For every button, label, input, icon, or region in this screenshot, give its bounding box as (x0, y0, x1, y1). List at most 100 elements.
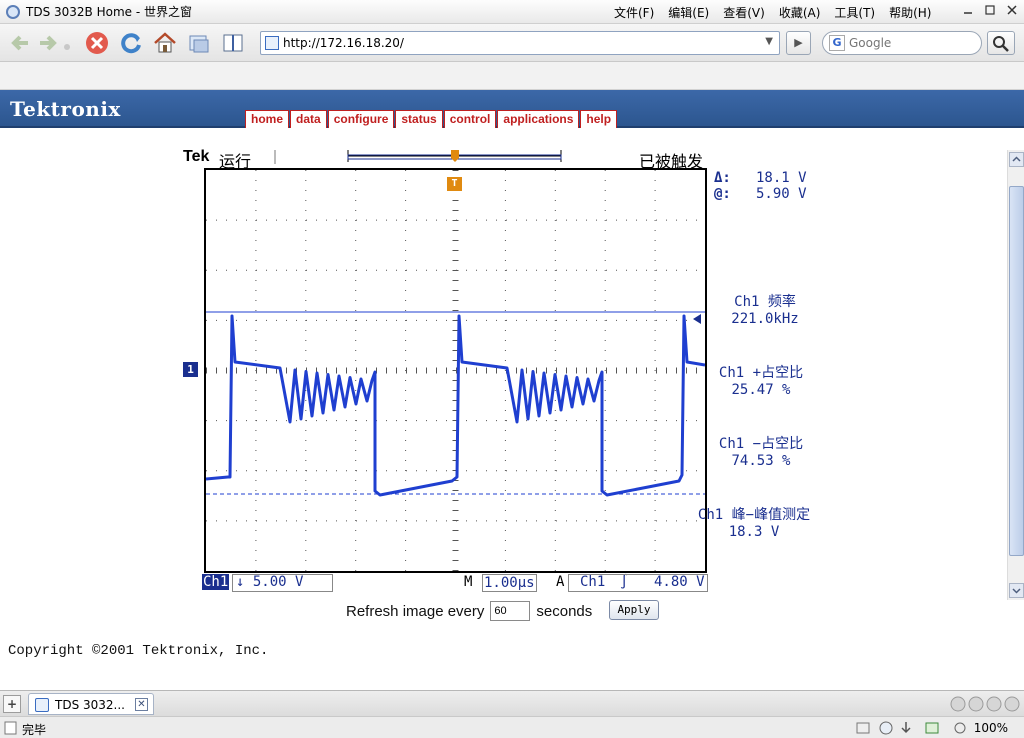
measurement-value: 221.0kHz (731, 311, 799, 327)
cursor-delta-value: 18.1 V (756, 170, 807, 186)
trigger-marker-label: T (451, 178, 458, 189)
search-button[interactable] (987, 31, 1015, 55)
window-controls (962, 4, 1018, 16)
search-input[interactable] (849, 35, 969, 51)
forward-icon[interactable] (34, 30, 60, 56)
chevron-up-icon (1012, 156, 1021, 162)
status-bar: 完毕 100% (0, 716, 1024, 738)
menu-favorites[interactable]: 收藏(A) (772, 4, 828, 21)
search-box[interactable]: G (822, 31, 982, 55)
page-scrollbar[interactable] (1007, 150, 1024, 600)
address-bar[interactable]: http://172.16.18.20/ ▼ (260, 31, 780, 55)
zoom-level[interactable]: 100% (974, 721, 1008, 735)
address-dropdown-icon[interactable]: ▼ (765, 36, 773, 47)
minimize-icon[interactable] (962, 4, 974, 16)
tab-scroll-controls[interactable] (950, 695, 1020, 713)
ch1-indicator: Ch1 (202, 574, 230, 590)
home-icon[interactable] (152, 30, 178, 56)
menu-bar: 文件(F) 编辑(E) 查看(V) 收藏(A) 工具(T) 帮助(H) (607, 0, 938, 24)
google-icon: G (829, 35, 845, 51)
apply-button[interactable]: Apply (609, 600, 659, 620)
new-tab-button[interactable]: + (3, 695, 21, 713)
refresh-prefix: Refresh image every (346, 602, 485, 620)
scroll-thumb[interactable] (1009, 186, 1024, 556)
measurement-label: Ch1 −占空比 (718, 436, 804, 452)
page-icon (265, 36, 279, 50)
menu-help[interactable]: 帮助(H) (882, 4, 938, 21)
cursor-at-label: @: (714, 186, 731, 202)
measurement-negative-duty: Ch1 −占空比 74.53 % (696, 433, 826, 469)
cursor-delta-label: Δ: (714, 170, 731, 186)
ch1-ground-marker: 1 (183, 362, 198, 377)
timebase-label: M (464, 574, 473, 590)
tab-close-icon[interactable]: ✕ (135, 698, 148, 711)
measurement-panel: Δ: 18.1 V @: 5.90 V Ch1 频率 221.0kHz Ch1 … (698, 168, 830, 588)
measurement-value: 18.3 V (728, 524, 780, 540)
record-position-bar (347, 150, 562, 162)
stop-icon[interactable] (84, 30, 110, 56)
tab-bar: + TDS 3032... ✕ (0, 690, 1024, 716)
navigation-toolbar: http://172.16.18.20/ ▼ ▶ G (0, 24, 1024, 62)
refresh-controls: Refresh image every seconds (346, 601, 592, 621)
status-page-icon (4, 721, 17, 735)
bookmark-bar (0, 62, 1024, 90)
nav-home[interactable]: home (245, 110, 290, 128)
tektronix-logo: Tektronix (10, 97, 121, 121)
back-icon[interactable] (8, 30, 34, 56)
refresh-interval-input[interactable] (490, 601, 531, 621)
address-url[interactable]: http://172.16.18.20/ (283, 36, 404, 50)
nav-status[interactable]: status (395, 110, 443, 128)
waveform-display (205, 170, 706, 571)
tab-tds-home[interactable]: TDS 3032... ✕ (28, 693, 154, 715)
site-nav: home data configure status control appli… (245, 110, 618, 128)
tab-label: TDS 3032... (55, 698, 125, 712)
trigger-box (568, 574, 708, 592)
menu-tools[interactable]: 工具(T) (827, 4, 882, 21)
ch1-waveform (205, 314, 706, 497)
dropdown-arrow-icon[interactable] (60, 30, 74, 56)
nav-control[interactable]: control (443, 110, 497, 128)
status-text: 完毕 (22, 723, 47, 737)
measurement-positive-duty: Ch1 +占空比 25.47 % (696, 362, 826, 398)
cursor-at-value: 5.90 V (756, 186, 807, 202)
nav-help[interactable]: help (580, 110, 618, 128)
page-icon (35, 698, 49, 712)
browser-app-icon (6, 4, 20, 19)
trigger-position-marker: T (447, 177, 462, 191)
scope-graticule (204, 168, 707, 573)
measurement-value: 74.53 % (731, 453, 791, 469)
volts-box (232, 574, 333, 592)
menu-view[interactable]: 查看(V) (716, 4, 772, 21)
nav-applications[interactable]: applications (497, 110, 580, 128)
history-icon[interactable] (186, 30, 212, 56)
scope-status-line: Tek 运行 已被触发 (183, 146, 718, 171)
status-icons (856, 721, 966, 735)
menu-edit[interactable]: 编辑(E) (661, 4, 716, 21)
nav-configure[interactable]: configure (327, 110, 395, 128)
menu-file[interactable]: 文件(F) (607, 4, 661, 21)
scope-settings-line: Ch1 ↓ 5.00 V M 1.00µs A Ch1 ∫ 4.80 V (202, 574, 709, 592)
chevron-down-icon (1012, 588, 1021, 594)
copyright-text: Copyright ©2001 Tektronix, Inc. (8, 643, 269, 659)
measurement-value: 25.47 % (731, 382, 791, 398)
measurement-peak-to-peak: Ch1 峰−峰值测定 18.3 V (674, 504, 834, 540)
go-button[interactable]: ▶ (786, 31, 811, 55)
refresh-suffix: seconds (536, 602, 593, 620)
maximize-icon[interactable] (984, 4, 996, 16)
time-per-div: 1.00µs (482, 574, 537, 592)
favorites-book-icon[interactable] (220, 30, 246, 56)
scroll-up-button[interactable] (1009, 152, 1024, 167)
magnifier-icon (993, 36, 1009, 52)
refresh-icon[interactable] (118, 30, 144, 56)
nav-data[interactable]: data (290, 110, 327, 128)
scroll-down-button[interactable] (1009, 583, 1024, 598)
window-title: TDS 3032B Home - 世界之窗 (26, 5, 192, 19)
scope-brand: Tek (183, 148, 210, 165)
close-window-icon[interactable] (1006, 4, 1018, 16)
measurement-frequency: Ch1 频率 221.0kHz (700, 291, 830, 327)
ch1-marker-label: 1 (187, 363, 194, 376)
measurement-label: Ch1 频率 (734, 294, 796, 310)
measurement-label: Ch1 +占空比 (718, 365, 804, 381)
trigger-source-label: A (556, 574, 565, 590)
reference-lines (206, 311, 705, 495)
